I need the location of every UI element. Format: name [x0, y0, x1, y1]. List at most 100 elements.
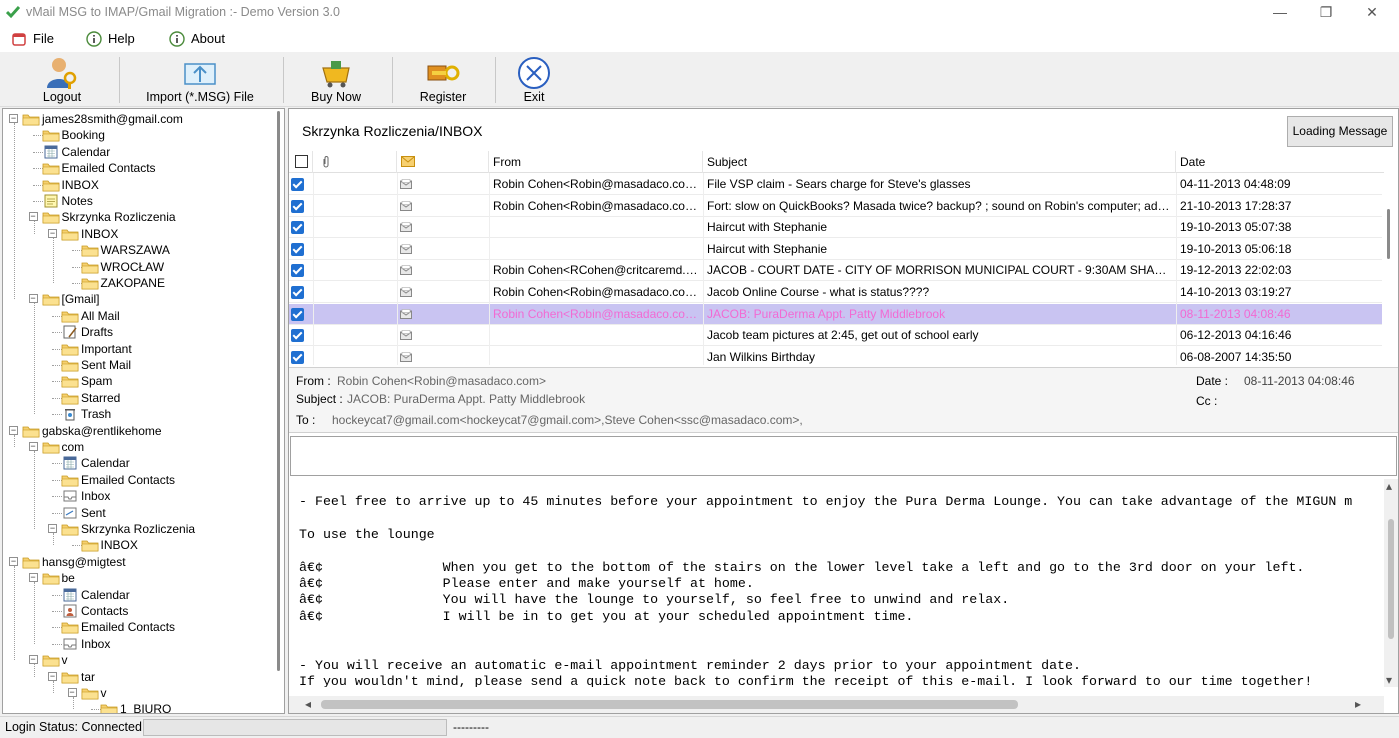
minimize-button[interactable]: —	[1257, 0, 1303, 26]
column-divider	[703, 173, 704, 365]
select-all-checkbox[interactable]	[295, 155, 308, 168]
collapse-toggle-icon[interactable]: −	[48, 671, 57, 681]
title-bar: vMail MSG to IMAP/Gmail Migration :- Dem…	[0, 0, 1399, 26]
file-icon	[12, 33, 26, 46]
body-vscroll-thumb[interactable]	[1388, 519, 1394, 639]
message-list: From Subject Date Robin Cohen<Robin@masa…	[289, 151, 1384, 365]
tree-item-label: gabska@rentlikehome	[42, 423, 162, 438]
collapse-toggle-icon[interactable]: −	[28, 442, 38, 451]
tree-scrollbar[interactable]	[277, 111, 280, 671]
loading-message-button[interactable]: Loading Message	[1287, 116, 1393, 147]
from-column-header[interactable]: From	[489, 151, 703, 173]
import-label: Import (*.MSG) File	[146, 90, 254, 104]
date-column-header[interactable]: Date	[1176, 151, 1384, 173]
tree-item-label: ZAKOPANE	[100, 276, 165, 290]
message-row[interactable]: Robin Cohen<Robin@masadaco.com> JACOB: Pu…	[289, 303, 1382, 325]
tree-item-label: hansg@migtest	[42, 554, 126, 569]
collapse-toggle-icon[interactable]: −	[28, 573, 38, 583]
close-button[interactable]: ✕	[1349, 0, 1395, 26]
menu-file[interactable]: File	[11, 30, 61, 48]
tree-guide-line	[33, 303, 35, 415]
import-icon	[184, 63, 216, 85]
attachment-column-header[interactable]	[313, 151, 397, 173]
message-list-scrollbar[interactable]	[1387, 209, 1390, 259]
import-msg-button[interactable]: Import (*.MSG) File	[140, 54, 260, 106]
scroll-up-icon[interactable]: ▴	[1386, 479, 1392, 493]
collapse-toggle-icon[interactable]: −	[9, 114, 18, 123]
scroll-left-icon[interactable]: ◂	[305, 697, 311, 711]
register-button[interactable]: Register	[410, 54, 476, 106]
message-checkbox[interactable]	[291, 199, 304, 213]
folder-icon	[81, 262, 98, 273]
tree-item-label: INBOX	[61, 177, 99, 192]
message-from: Robin Cohen<Robin@masadaco.com>	[493, 177, 699, 191]
subject-column-header[interactable]: Subject	[703, 151, 1176, 173]
folder-icon	[22, 114, 40, 126]
message-row[interactable]: Robin Cohen<Robin@masadaco.com> File VSP …	[289, 174, 1382, 195]
message-subject: File VSP claim - Sears charge for Steve'…	[707, 177, 971, 191]
logout-button[interactable]: Logout	[30, 54, 94, 106]
read-status-column-header[interactable]	[397, 151, 489, 173]
message-row[interactable]: Robin Cohen<RCohen@critcaremd.com> JACOB …	[289, 260, 1382, 282]
message-from: Robin Cohen<Robin@masadaco.com>	[493, 306, 699, 321]
collapse-toggle-icon[interactable]: −	[48, 228, 57, 238]
message-row[interactable]: Robin Cohen<Robin@masadaco.com> Fort: slo…	[289, 196, 1382, 217]
body-line: â€¢ When you get to the bottom of the st…	[299, 559, 1305, 575]
envelope-icon	[400, 287, 412, 297]
message-body[interactable]: - Feel free to arrive up to 45 minutes b…	[289, 479, 1384, 687]
message-checkbox[interactable]	[291, 178, 304, 191]
menu-help[interactable]: Help	[86, 30, 141, 48]
body-hscroll-thumb[interactable]	[321, 700, 1018, 709]
menu-about[interactable]: About	[169, 30, 231, 48]
tree-item-label: Emailed Contacts	[81, 472, 176, 487]
collapse-toggle-icon[interactable]: −	[67, 688, 77, 697]
notes-icon	[44, 194, 57, 208]
folder-icon	[61, 376, 79, 388]
collapse-toggle-icon[interactable]: −	[28, 212, 38, 222]
message-checkbox[interactable]	[291, 242, 304, 256]
message-checkbox[interactable]	[291, 286, 304, 299]
collapse-toggle-icon[interactable]: −	[28, 294, 38, 304]
to-label: To :	[296, 413, 316, 427]
message-from	[493, 347, 699, 365]
message-checkbox[interactable]	[291, 329, 304, 343]
folder-icon	[61, 475, 79, 487]
folder-icon	[81, 688, 98, 700]
message-row[interactable]: Haircut with Stephanie 19-10-2013 05:07:3…	[289, 217, 1382, 239]
body-line: If you wouldn't mind, please send a quic…	[299, 674, 1313, 687]
buy-now-button[interactable]: Buy Now	[303, 54, 369, 106]
message-checkbox[interactable]	[291, 264, 304, 278]
message-row[interactable]: Jacob team pictures at 2:45, get out of …	[289, 325, 1382, 347]
message-row[interactable]: Robin Cohen<Robin@masadaco.com> Jacob Onl…	[289, 282, 1382, 303]
buy-now-label: Buy Now	[310, 90, 362, 104]
exit-button[interactable]: Exit	[504, 54, 564, 106]
tree-item-label: Sent Mail	[81, 358, 132, 372]
message-subject: Haircut with Stephanie	[707, 241, 828, 256]
message-checkbox[interactable]	[291, 307, 304, 321]
window-title: vMail MSG to IMAP/Gmail Migration :- Dem…	[26, 5, 340, 19]
scroll-right-icon[interactable]: ▸	[1355, 697, 1361, 711]
body-vertical-scrollbar[interactable]: ▴ ▾	[1384, 479, 1398, 687]
scroll-down-icon[interactable]: ▾	[1386, 673, 1392, 687]
message-date: 19-10-2013 05:07:38	[1180, 220, 1292, 235]
message-checkbox[interactable]	[291, 350, 304, 364]
body-horizontal-scrollbar[interactable]: ◂ ▸	[289, 696, 1384, 713]
message-subject: Jacob Online Course - what is status????	[707, 285, 930, 299]
tree-item-label: Inbox	[81, 636, 111, 651]
tree-item-label: Skrzynka Rozliczenia	[61, 210, 176, 225]
message-checkbox[interactable]	[291, 221, 304, 235]
message-row[interactable]: Haircut with Stephanie 19-10-2013 05:06:1…	[289, 239, 1382, 260]
folder-icon	[42, 212, 59, 224]
restore-button[interactable]: ❐	[1303, 0, 1349, 26]
collapse-toggle-icon[interactable]: −	[9, 556, 18, 566]
body-line: â€¢ I will be in to get you at your sche…	[299, 608, 914, 624]
folder-tree[interactable]: − james28smith@gmail.com Booking Calendar Em…	[2, 108, 285, 714]
collapse-toggle-icon[interactable]: −	[9, 425, 18, 435]
message-row[interactable]: Jan Wilkins Birthday 06-08-2007 14:35:50	[289, 347, 1382, 365]
subject-value: JACOB: PuraDerma Appt. Patty Middlebrook	[347, 392, 586, 406]
collapse-toggle-icon[interactable]: −	[28, 655, 38, 665]
envelope-icon	[400, 243, 412, 254]
calendar-icon	[44, 145, 57, 159]
collapse-toggle-icon[interactable]: −	[48, 524, 57, 533]
toolbar-separator	[283, 57, 284, 103]
